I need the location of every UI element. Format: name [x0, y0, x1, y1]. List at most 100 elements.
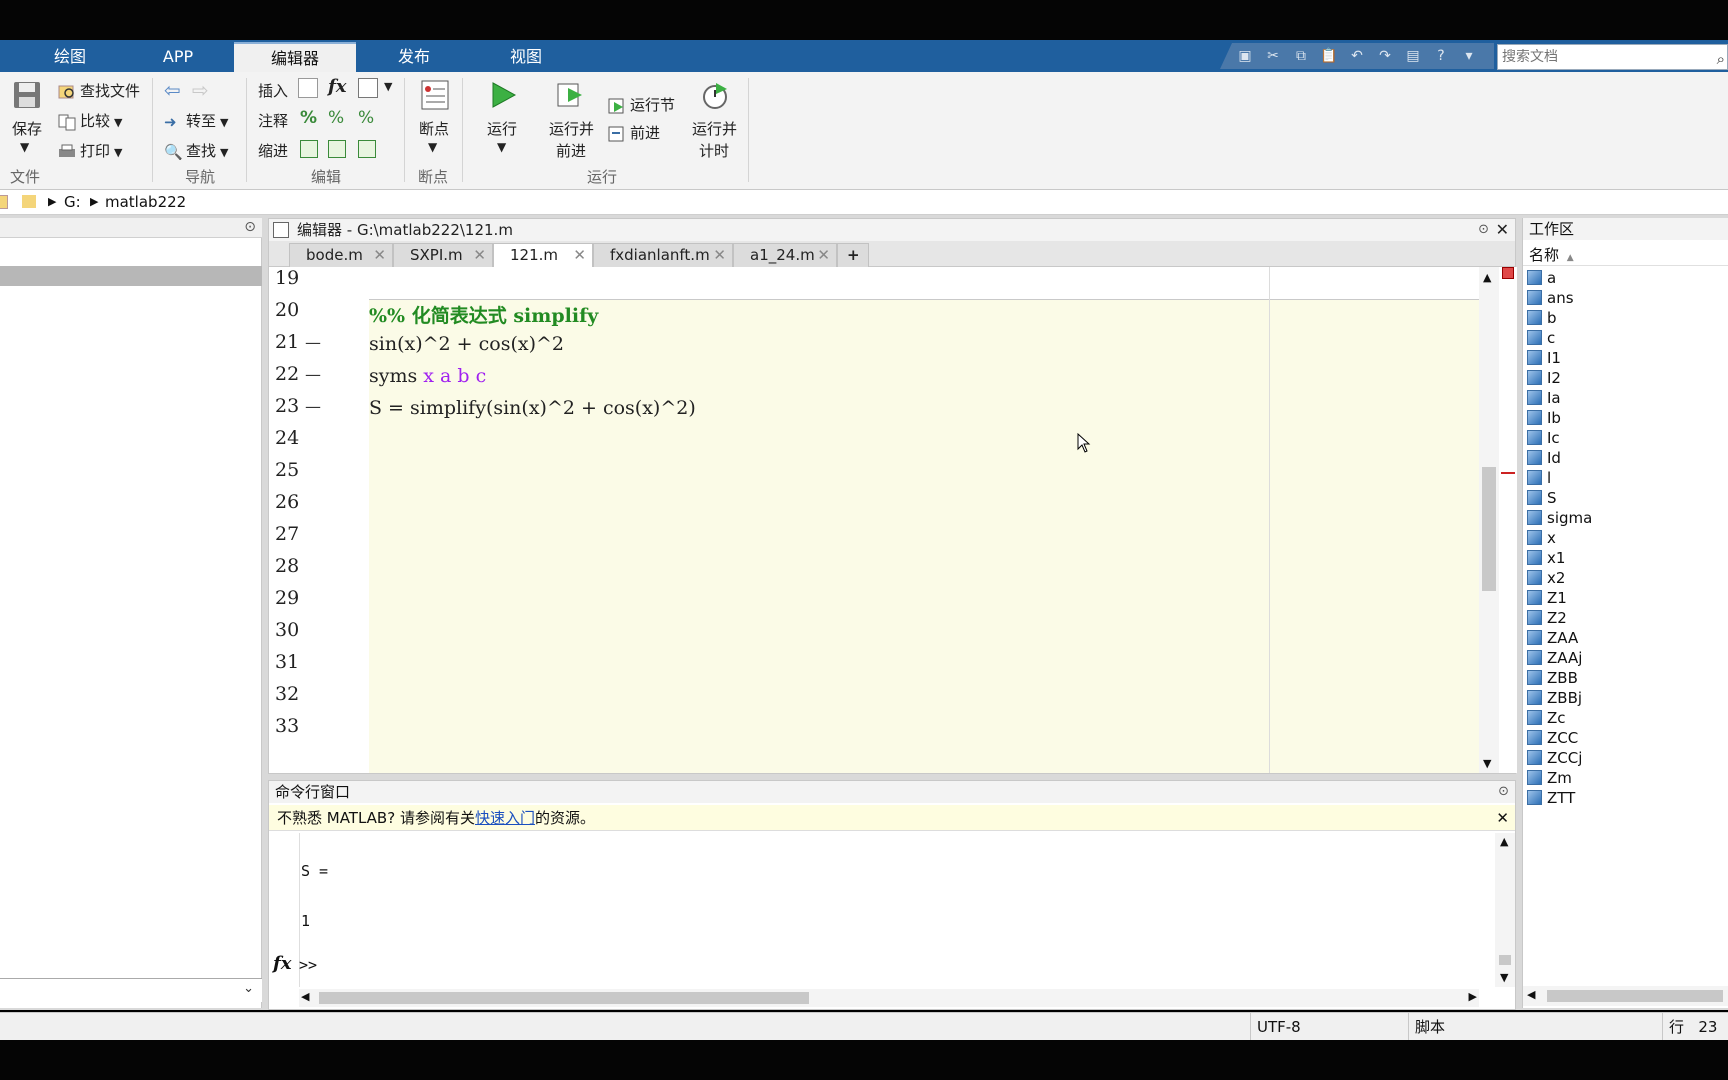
command-prompt[interactable]: >> — [299, 956, 317, 974]
workspace-variable[interactable]: I1 — [1527, 348, 1561, 368]
close-tab-icon[interactable]: ✕ — [817, 244, 830, 266]
menu-down-icon[interactable]: ▾ — [1460, 47, 1478, 65]
decrease-indent-icon[interactable] — [358, 140, 376, 158]
tab-apps[interactable]: APP — [130, 42, 226, 72]
tab-bode[interactable]: bode.m ✕ — [289, 243, 393, 267]
executable-line-marker[interactable]: — — [305, 397, 321, 416]
comment-icon[interactable]: % — [300, 108, 317, 128]
workspace-variable[interactable]: x2 — [1527, 568, 1565, 588]
scroll-thumb[interactable] — [1482, 467, 1496, 591]
close-icon[interactable]: ✕ — [1496, 219, 1509, 241]
paste-icon[interactable]: 📋 — [1320, 47, 1338, 65]
scroll-thumb[interactable] — [1547, 990, 1723, 1002]
workspace-variable[interactable]: ZCCj — [1527, 748, 1582, 768]
back-arrow-icon[interactable]: ⇦ — [164, 78, 181, 102]
tab-view[interactable]: 视图 — [474, 42, 578, 72]
run-and-advance-button-line1[interactable]: 运行并 — [549, 118, 594, 139]
insert-code-icon[interactable] — [358, 78, 378, 98]
code-area[interactable]: 19 20 21 22 23 24 25 26 27 28 29 30 31 3… — [269, 267, 1479, 773]
workspace-variable[interactable]: b — [1527, 308, 1557, 328]
workspace-variable[interactable]: Ic — [1527, 428, 1560, 448]
executable-line-marker[interactable]: — — [305, 333, 321, 352]
search-icon[interactable]: ⌕ — [1717, 47, 1725, 71]
workspace-variable[interactable]: ZBB — [1527, 668, 1578, 688]
workspace-variable[interactable]: Zc — [1527, 708, 1566, 728]
workspace-variable[interactable]: S — [1527, 488, 1557, 508]
run-and-time-button-line1[interactable]: 运行并 — [692, 118, 737, 139]
tab-editor[interactable]: 编辑器 — [234, 42, 356, 72]
workspace-variable[interactable]: Z2 — [1527, 608, 1567, 628]
run-section-button[interactable]: 运行节 — [608, 94, 675, 115]
current-folder-bar[interactable]: ▶ G: ▶ matlab222 — [0, 190, 1728, 215]
breakpoints-button[interactable]: 断点 — [419, 118, 449, 139]
panel-menu-icon[interactable]: ⊙ — [1498, 781, 1509, 803]
breadcrumb-folder[interactable]: matlab222 — [105, 190, 186, 214]
search-documentation[interactable]: ⌕ — [1497, 44, 1728, 70]
code-line[interactable]: S = simplify(sin(x)^2 + cos(x)^2) — [369, 397, 696, 419]
uncomment-icon[interactable]: % — [328, 108, 344, 128]
insert-caret-icon[interactable]: ▼ — [384, 80, 392, 93]
tab-121[interactable]: 121.m ✕ — [493, 243, 593, 268]
cut-icon[interactable]: ✂ — [1264, 47, 1282, 65]
increase-indent-icon[interactable] — [328, 140, 346, 158]
insert-section-icon[interactable] — [298, 78, 318, 98]
scroll-right-icon[interactable]: ▶ — [1469, 990, 1477, 1003]
command-vertical-scrollbar[interactable]: ▲ ▼ — [1495, 833, 1515, 987]
panel-menu-icon[interactable]: ⊙ — [244, 219, 256, 235]
workspace-variable[interactable]: Ib — [1527, 408, 1561, 428]
workspace-variable[interactable]: l — [1527, 468, 1551, 488]
code-line[interactable]: sin(x)^2 + cos(x)^2 — [369, 333, 564, 355]
redo-icon[interactable]: ↷ — [1376, 47, 1394, 65]
workspace-column-header[interactable]: 名称 ▲ — [1523, 244, 1728, 266]
chevron-down-icon[interactable]: ⌄ — [243, 981, 254, 996]
scroll-left-icon[interactable]: ◀ — [301, 990, 309, 1003]
scroll-left-icon[interactable]: ◀ — [1527, 988, 1535, 1001]
workspace-variable[interactable]: ZCC — [1527, 728, 1578, 748]
workspace-horizontal-scrollbar[interactable]: ◀ — [1523, 986, 1728, 1006]
close-tab-icon[interactable]: ✕ — [473, 244, 486, 266]
workspace-variable[interactable]: Id — [1527, 448, 1561, 468]
tab-fxdianlanft[interactable]: fxdianlanft.m ✕ — [593, 243, 733, 267]
scroll-up-icon[interactable]: ▲ — [1500, 835, 1508, 848]
editor-menu-icon[interactable]: ⊙ — [1478, 219, 1489, 241]
find-files-button[interactable]: 查找文件 — [58, 80, 140, 101]
workspace-variable[interactable]: ZAAj — [1527, 648, 1582, 668]
find-button[interactable]: 🔍 查找 ▼ — [164, 140, 228, 161]
wrap-comments-icon[interactable]: % — [358, 108, 374, 128]
workspace-variable[interactable]: sigma — [1527, 508, 1592, 528]
workspace-variable[interactable]: c — [1527, 328, 1555, 348]
function-browser-icon[interactable]: fx — [273, 953, 291, 974]
search-input[interactable] — [1502, 49, 1692, 65]
workspace-variable[interactable]: Zm — [1527, 768, 1572, 788]
editor-vertical-scrollbar[interactable]: ▲ ▼ — [1479, 267, 1499, 773]
add-tab-button[interactable]: + — [837, 243, 869, 267]
copy-icon[interactable]: ⧉ — [1292, 47, 1310, 65]
tab-sxpi[interactable]: SXPI.m ✕ — [393, 243, 493, 267]
save-button[interactable]: 保存 — [12, 118, 42, 139]
details-panel-toggle[interactable]: ⌄ — [0, 978, 262, 1002]
print-button[interactable]: 打印 ▼ — [58, 140, 122, 161]
scroll-thumb[interactable] — [1499, 955, 1511, 965]
scroll-down-icon[interactable]: ▼ — [1483, 757, 1491, 770]
selected-file-row[interactable] — [0, 266, 262, 286]
breadcrumb-drive[interactable]: G: — [64, 190, 81, 214]
workspace-variable[interactable]: ZBBj — [1527, 688, 1582, 708]
code-line-section-comment[interactable]: %% 化简表达式 simplify — [369, 301, 598, 328]
close-tab-icon[interactable]: ✕ — [713, 244, 726, 266]
command-horizontal-scrollbar[interactable]: ◀ ▶ — [299, 989, 1479, 1007]
insert-function-icon[interactable]: fx — [328, 76, 346, 97]
workspace-variable[interactable]: I2 — [1527, 368, 1561, 388]
advance-button[interactable]: 前进 — [608, 122, 660, 143]
smart-indent-icon[interactable] — [300, 140, 318, 158]
name-column-label[interactable]: 名称 — [1529, 246, 1559, 264]
up-folder-icon[interactable] — [0, 195, 8, 209]
run-and-advance-button-line2[interactable]: 前进 — [556, 140, 586, 161]
workspace-variable[interactable]: Ia — [1527, 388, 1561, 408]
compare-button[interactable]: 比较 ▼ — [58, 110, 122, 131]
close-tab-icon[interactable]: ✕ — [573, 244, 586, 266]
tab-publish[interactable]: 发布 — [362, 42, 466, 72]
workspace-variable[interactable]: Z1 — [1527, 588, 1567, 608]
analyzer-warning-mark[interactable] — [1501, 472, 1515, 474]
run-and-time-button-line2[interactable]: 计时 — [699, 140, 729, 161]
run-button[interactable]: 运行 — [487, 118, 517, 139]
